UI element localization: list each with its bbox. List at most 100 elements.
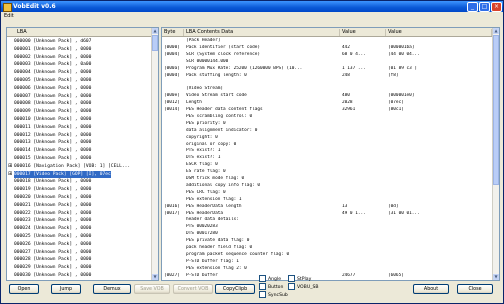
demux-button[interactable]: Demux <box>93 284 131 294</box>
maximize-button[interactable]: □ <box>479 2 490 12</box>
contents-row[interactable]: additional copy info flag: 0 <box>162 183 492 190</box>
contents-row[interactable]: PTS exist?: 1 <box>162 148 492 155</box>
scroll-thumb[interactable] <box>152 35 158 51</box>
contents-row[interactable] <box>162 79 492 86</box>
contents-row[interactable]: data alignment indicator: 0 <box>162 128 492 135</box>
contents-row[interactable]: [Pack Header] <box>162 38 492 45</box>
syncsub-checkbox[interactable]: SyncSub <box>259 291 288 298</box>
contents-row[interactable]: [0000] Pack identifier (start code) 442 [00… <box>162 45 492 52</box>
contents-row[interactable]: [0014] PES Header data content flags 32961… <box>162 107 492 114</box>
contents-row[interactable]: header data details: <box>162 217 492 224</box>
lba-list-item[interactable]: 000017 [Video Pack] [GOP] [I], 07ec <box>14 170 111 178</box>
col-header-contents[interactable]: LBA Contents Data <box>184 29 340 36</box>
contents-row[interactable]: [Video Stream] <box>162 86 492 93</box>
scroll-up-icon[interactable]: ▲ <box>152 28 158 34</box>
lba-list-item[interactable]: 000018 [Unknown Pack] , 0000 <box>14 178 91 185</box>
contents-row[interactable]: P-STD buffer flag: 1 <box>162 259 492 266</box>
lba-list-item[interactable]: 000003 [Unknown Pack] , 0a00 <box>14 61 91 68</box>
contents-row[interactable]: PTS 00020283 <box>162 224 492 231</box>
lba-list-item[interactable]: 000007 [Unknown Pack] , 0000 <box>14 93 91 100</box>
lba-list-item[interactable]: 000030 [Unknown Pack] , 0000 <box>14 272 91 279</box>
button-checkbox[interactable]: Button <box>259 283 283 290</box>
lba-list-item[interactable]: 000016 [Navigation Pack] [VOB: 1] [CELL.… <box>14 163 130 170</box>
about-button[interactable]: About <box>413 284 449 294</box>
contents-row[interactable]: copyright: 0 <box>162 135 492 142</box>
scroll-up-icon[interactable]: ▲ <box>493 28 499 34</box>
contents-cell: PTS exist?: 1 <box>186 148 221 154</box>
lba-list-item[interactable]: 000001 [Unknown Pack] , 0000 <box>14 46 91 53</box>
contents-row[interactable]: DTS 00017280 <box>162 231 492 238</box>
lba-list-item[interactable]: 000025 [Unknown Pack] , 0000 <box>14 233 91 240</box>
lba-list-item[interactable]: 000027 [Unknown Pack] , 0000 <box>14 249 91 256</box>
jump-button[interactable]: Jump <box>51 284 81 294</box>
lba-list-item[interactable]: 000015 [Unknown Pack] , 0000 <box>14 155 91 162</box>
scroll-down-icon[interactable]: ▼ <box>152 274 158 280</box>
lba-list-item[interactable]: 000014 [Unknown Pack] , 0000 <box>14 147 91 154</box>
lba-list-item[interactable]: 000024 [Unknown Pack] , 0000 <box>14 225 91 232</box>
stplay-checkbox[interactable]: StPlay <box>288 275 311 282</box>
tree-expander-icon[interactable]: ⊞ <box>8 163 13 169</box>
contents-row[interactable]: DSM trick mode flag: 0 <box>162 176 492 183</box>
minimize-button[interactable]: _ <box>467 2 478 12</box>
contents-cell: DSM trick mode flag: 0 <box>186 176 245 181</box>
close-button[interactable]: Close <box>457 284 493 294</box>
contents-row[interactable]: [000e] Video Stream start code 480 [000001e… <box>162 93 492 100</box>
lba-list-item[interactable]: 000010 [Unknown Pack] , 0000 <box>14 116 91 123</box>
contents-row[interactable]: ES rate flag: 0 <box>162 169 492 176</box>
lba-list-item[interactable]: 000020 [Unknown Pack] , 0000 <box>14 194 91 201</box>
lba-list-scrollbar[interactable]: ▲ ▼ <box>151 28 158 280</box>
lba-list-item[interactable]: 000004 [Unknown Pack] , 0000 <box>14 69 91 76</box>
lba-list-item[interactable]: 000022 [Unknown Pack] , 0000 <box>14 210 91 217</box>
scroll-thumb[interactable] <box>493 35 499 185</box>
lba-list-item[interactable]: 000026 [Unknown Pack] , 0000 <box>14 241 91 248</box>
contents-row[interactable]: [000a] Program Mux Rate: 25200 (1260000 B… <box>162 66 492 73</box>
lba-list-item[interactable]: 000013 [Unknown Pack] , 0000 <box>14 139 91 146</box>
scroll-down-icon[interactable]: ▼ <box>493 274 499 280</box>
contents-row[interactable]: PES scrambling control: 0 <box>162 114 492 121</box>
contents-row[interactable]: [0027] P-STD buffer 24677 [6065] <box>162 273 492 280</box>
contents-row[interactable]: SCR 00000144.000 <box>162 59 492 66</box>
contents-row[interactable]: PES priority: 0 <box>162 121 492 128</box>
contents-row[interactable]: pack header field flag: 0 <box>162 245 492 252</box>
contents-row[interactable]: PES extension flag 2: 0 <box>162 266 492 273</box>
contents-scrollbar[interactable]: ▲ ▼ <box>492 28 499 280</box>
lba-list-item[interactable]: 000028 [Unknown Pack] , 0000 <box>14 256 91 263</box>
contents-row[interactable]: [0004] SCR (System clock reference) 68 0 4… <box>162 52 492 59</box>
contents-row[interactable]: [0017] PES HeaderData 49 0 1... [31 00 01..… <box>162 211 492 218</box>
contents-row[interactable]: [0016] PES HeaderData length 13 [0d] <box>162 204 492 211</box>
contents-row[interactable]: PES private data flag: 0 <box>162 238 492 245</box>
lba-list-item[interactable]: 000012 [Unknown Pack] , 0000 <box>14 132 91 139</box>
lba-list-item[interactable]: 000009 [Unknown Pack] , 0000 <box>14 108 91 115</box>
lba-list-item[interactable]: 000019 [Unknown Pack] , 0000 <box>14 186 91 193</box>
lba-list-item[interactable]: 000005 [Unknown Pack] , 0000 <box>14 77 91 84</box>
menu-edit[interactable]: Edit <box>4 13 14 19</box>
title-bar[interactable]: VobEdit v0.6 _ □ × <box>1 1 503 12</box>
col-header-value[interactable]: Value <box>340 29 386 36</box>
contents-row[interactable]: ESCR flag: 0 <box>162 162 492 169</box>
open-button[interactable]: Open <box>9 284 39 294</box>
lba-list-item[interactable]: 000006 [Unknown Pack] , 0000 <box>14 85 91 92</box>
contents-row[interactable]: PES extension flag: 1 <box>162 197 492 204</box>
lba-list-item[interactable]: 000011 [Unknown Pack] , 0000 <box>14 124 91 131</box>
contents-row[interactable]: program packet sequence counter flag: 0 <box>162 252 492 259</box>
angle-checkbox[interactable]: Angle <box>259 275 281 282</box>
col-header-value-hex[interactable]: Value <box>386 29 492 36</box>
vobu-sb-checkbox[interactable]: VOBU_SB <box>288 283 319 290</box>
contents-row[interactable]: original or copy: 0 <box>162 142 492 149</box>
tree-expander-icon[interactable]: ⊞ <box>8 171 13 177</box>
close-window-button[interactable]: × <box>491 2 502 12</box>
lba-list-item[interactable]: 000029 [Unknown Pack] , 0000 <box>14 264 91 271</box>
contents-row[interactable]: DTS exist?: 1 <box>162 155 492 162</box>
convert-vob-button[interactable]: Convert VOB <box>173 284 213 294</box>
copy-clipboard-button[interactable]: CopyClipb <box>215 284 255 294</box>
contents-row[interactable]: PES CRC flag: 0 <box>162 190 492 197</box>
lba-list-item[interactable]: 000008 [Unknown Pack] , 0000 <box>14 100 91 107</box>
contents-row[interactable]: [000d] Pack stuffing length: 0 248 [f8] <box>162 73 492 80</box>
lba-list-item[interactable]: 000002 [Unknown Pack] , 0000 <box>14 54 91 61</box>
lba-list-item[interactable]: 000000 [Unknown Pack] , d607 <box>14 38 91 45</box>
lba-list-item[interactable]: 000021 [Unknown Pack] , 0000 <box>14 202 91 209</box>
save-vob-button[interactable]: Save VOB <box>134 284 170 294</box>
lba-list-item[interactable]: 000023 [Unknown Pack] , 0000 <box>14 217 91 224</box>
contents-row[interactable]: [0012] Length 2028 [07ec] <box>162 100 492 107</box>
col-header-byte[interactable]: Byte <box>162 29 184 36</box>
